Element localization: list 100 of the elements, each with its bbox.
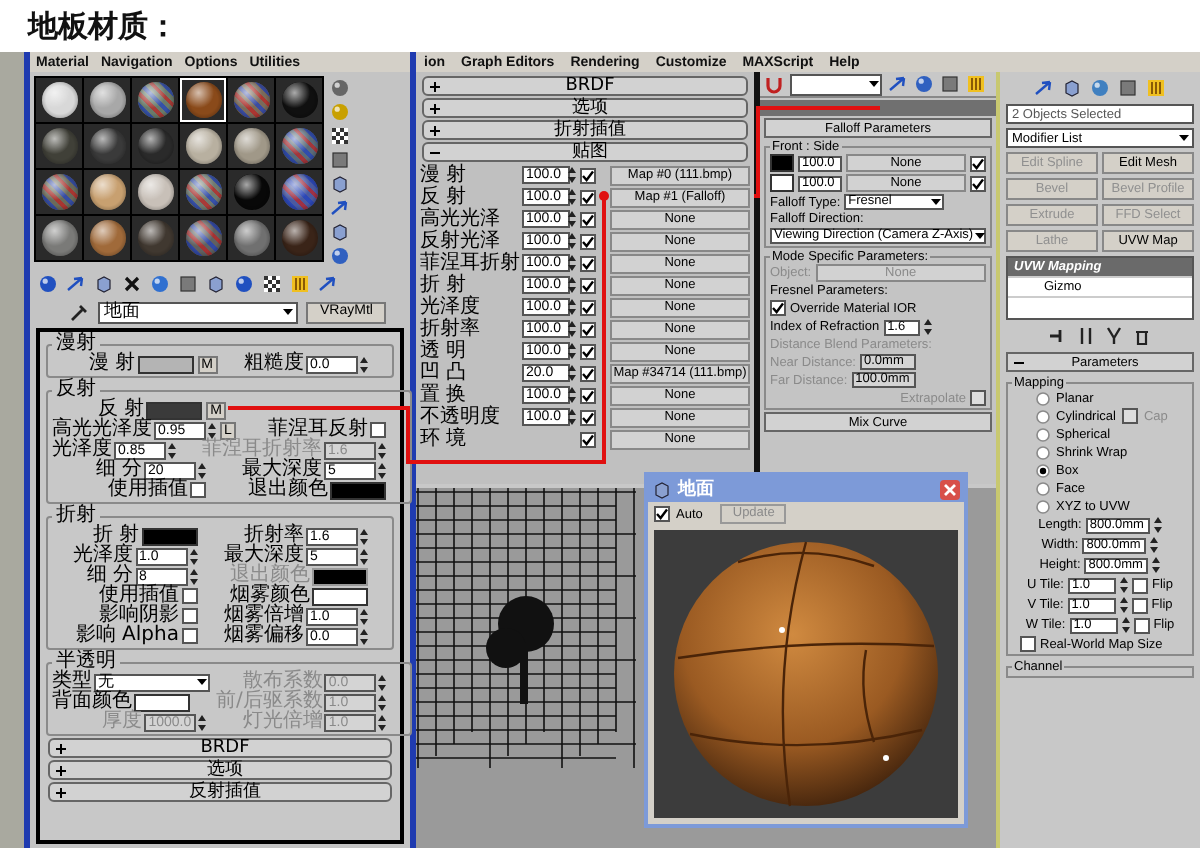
type-dropdown[interactable]: 无	[94, 673, 210, 691]
spinner-arrows-icon[interactable]	[568, 254, 576, 272]
arrow-icon[interactable]	[888, 74, 908, 94]
rollout-bar[interactable]: BRDF	[48, 738, 392, 758]
spinner-arrows-icon[interactable]	[1121, 616, 1130, 634]
square-icon[interactable]	[330, 150, 350, 170]
sphere-icon[interactable]	[150, 274, 170, 294]
rollout-bar[interactable]: 选项	[422, 98, 748, 118]
close-icon[interactable]	[940, 479, 960, 499]
checkbox[interactable]	[1020, 636, 1036, 652]
square-icon[interactable]	[1118, 78, 1138, 98]
checkbox[interactable]	[580, 167, 596, 183]
caret-icon[interactable]	[1178, 132, 1190, 144]
spinner-arrows-icon[interactable]	[360, 527, 368, 545]
spinner-arrows-icon[interactable]	[360, 355, 368, 373]
sphere-icon[interactable]	[234, 274, 254, 294]
rollout-bar[interactable]: 反射插值	[48, 782, 392, 802]
spinner-arrows-icon[interactable]	[568, 408, 576, 426]
rollout-bar[interactable]: 折射插值	[422, 120, 748, 140]
spinner-arrows-icon[interactable]	[360, 607, 368, 625]
spinner-arrows-icon[interactable]	[378, 693, 387, 711]
checkbox[interactable]	[190, 482, 206, 498]
checkbox[interactable]	[181, 628, 197, 644]
checkbox[interactable]	[580, 277, 596, 293]
radio-button[interactable]	[1036, 481, 1050, 495]
cross-icon[interactable]	[122, 274, 142, 294]
bars-icon[interactable]	[966, 74, 986, 94]
spinner-arrows-icon[interactable]	[568, 342, 576, 360]
spinner-arrows-icon[interactable]	[568, 386, 576, 404]
spinner-arrows-icon[interactable]	[208, 421, 216, 439]
checkbox[interactable]	[580, 343, 596, 359]
checkbox[interactable]	[770, 300, 786, 316]
caret-icon[interactable]	[282, 306, 294, 318]
spinner-arrows-icon[interactable]	[923, 318, 932, 336]
checkbox[interactable]	[580, 255, 596, 271]
caret-icon[interactable]	[930, 196, 943, 208]
checkbox[interactable]	[580, 233, 596, 249]
spinner-arrows-icon[interactable]	[1152, 556, 1161, 574]
spinner-arrows-icon[interactable]	[198, 461, 206, 479]
radio-button[interactable]	[1036, 427, 1050, 441]
arrow-icon[interactable]	[330, 198, 350, 218]
minus-icon[interactable]	[1014, 357, 1024, 367]
checkbox[interactable]	[654, 506, 670, 522]
plus-icon[interactable]	[56, 787, 66, 797]
minus-icon[interactable]	[430, 147, 440, 157]
pause-icon[interactable]	[1076, 326, 1096, 346]
spinner-arrows-icon[interactable]	[1119, 576, 1128, 594]
spinner-arrows-icon[interactable]	[378, 441, 386, 459]
radio-button[interactable]	[1036, 445, 1050, 459]
square-icon[interactable]	[940, 74, 960, 94]
plus-icon[interactable]	[56, 743, 66, 753]
radio-button[interactable]	[1036, 391, 1050, 405]
checkbox[interactable]	[580, 387, 596, 403]
color-swatch[interactable]	[146, 401, 203, 419]
arrow-icon[interactable]	[66, 274, 86, 294]
spinner-arrows-icon[interactable]	[378, 713, 387, 731]
cube-icon[interactable]	[652, 479, 672, 499]
spinner-arrows-icon[interactable]	[568, 188, 576, 206]
caret-icon[interactable]	[868, 78, 880, 90]
spinner-arrows-icon[interactable]	[1153, 516, 1162, 534]
cube-icon[interactable]	[94, 274, 114, 294]
checker-icon[interactable]	[262, 274, 282, 294]
checkbox[interactable]	[370, 422, 386, 438]
checkbox[interactable]	[580, 431, 596, 447]
material-name-field[interactable]: 地面	[98, 301, 298, 323]
plus-icon[interactable]	[430, 125, 440, 135]
checkbox[interactable]	[580, 299, 596, 315]
spinner-arrows-icon[interactable]	[378, 673, 387, 691]
color-swatch[interactable]	[770, 174, 794, 192]
checkbox[interactable]	[1131, 577, 1148, 593]
rollout-bar[interactable]: 选项	[48, 760, 392, 780]
spinner-arrows-icon[interactable]	[378, 461, 386, 479]
spinner-arrows-icon[interactable]	[1119, 596, 1128, 614]
sphere-icon[interactable]	[38, 274, 58, 294]
color-swatch[interactable]	[312, 587, 368, 605]
radio-button[interactable]	[1036, 463, 1050, 477]
spinner-arrows-icon[interactable]	[360, 627, 368, 645]
sphere-icon[interactable]	[330, 246, 350, 266]
checkbox[interactable]	[1131, 597, 1148, 613]
cube-icon[interactable]	[330, 222, 350, 242]
spinner-arrows-icon[interactable]	[568, 210, 576, 228]
color-swatch[interactable]	[134, 693, 190, 711]
color-swatch[interactable]	[137, 355, 194, 373]
spinner-arrows-icon[interactable]	[568, 276, 576, 294]
spinner-arrows-icon[interactable]	[568, 298, 576, 316]
selection-set-dropdown[interactable]	[790, 73, 882, 95]
bars-icon[interactable]	[1146, 78, 1166, 98]
checkbox[interactable]	[970, 390, 986, 406]
checkbox[interactable]	[1133, 617, 1150, 633]
checkbox[interactable]	[580, 211, 596, 227]
spinner-arrows-icon[interactable]	[568, 364, 576, 382]
spinner-arrows-icon[interactable]	[568, 166, 576, 184]
radio-button[interactable]	[1036, 499, 1050, 513]
spinner-arrows-icon[interactable]	[189, 547, 197, 565]
sphere-icon[interactable]	[1090, 78, 1110, 98]
checkbox[interactable]	[580, 365, 596, 381]
cube-icon[interactable]	[1062, 78, 1082, 98]
checkbox[interactable]	[580, 409, 596, 425]
plus-icon[interactable]	[430, 103, 440, 113]
checkbox[interactable]	[181, 608, 197, 624]
